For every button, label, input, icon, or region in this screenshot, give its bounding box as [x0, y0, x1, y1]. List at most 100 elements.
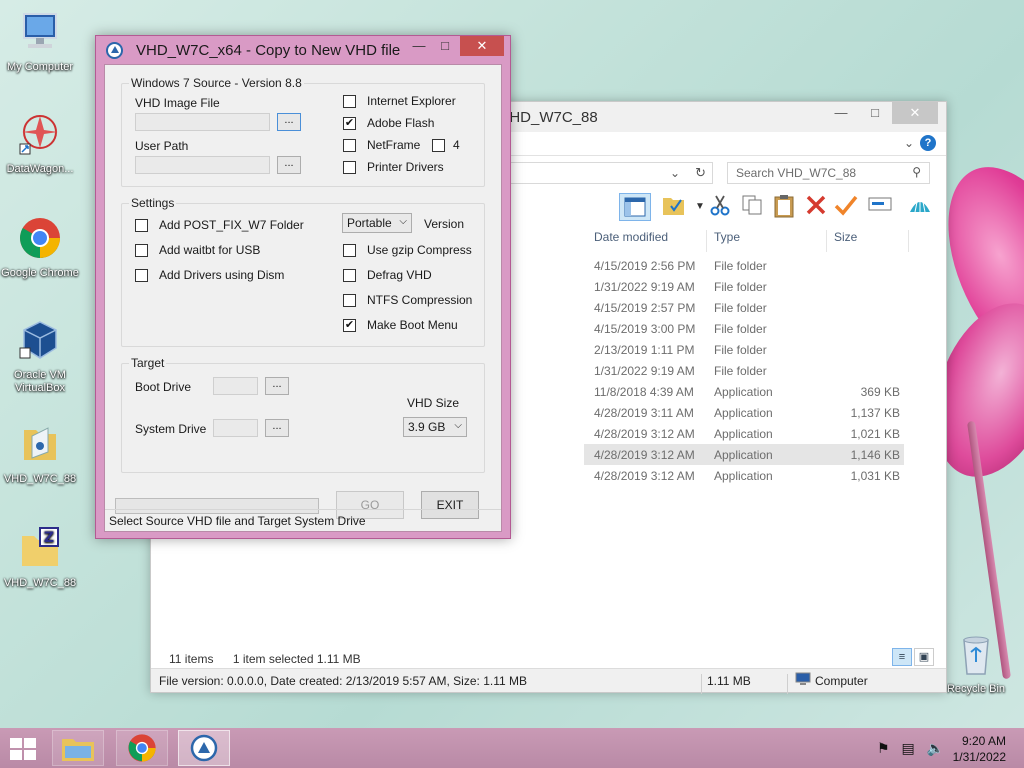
- row-type: File folder: [714, 364, 767, 378]
- search-icon[interactable]: ⚲: [912, 165, 921, 179]
- folder-check-icon: [663, 198, 684, 215]
- view-pane-button[interactable]: [619, 193, 651, 221]
- copy-button[interactable]: [739, 194, 765, 220]
- netframe-4-checkbox[interactable]: [432, 139, 445, 152]
- maximize-button[interactable]: □: [860, 102, 890, 124]
- column-headers: Date modified Type Size: [584, 226, 944, 252]
- table-row[interactable]: 4/28/2019 3:12 AM Application 1,146 KB: [584, 444, 904, 465]
- gzip-compress-checkbox[interactable]: [343, 244, 356, 257]
- internet-explorer-checkbox[interactable]: [343, 95, 356, 108]
- vhd-copy-dialog: VHD_W7C_x64 - Copy to New VHD file — □ ✕…: [95, 35, 511, 539]
- printer-drivers-checkbox[interactable]: [343, 161, 356, 174]
- rename-button[interactable]: [867, 194, 893, 220]
- browse-boot-drive-button[interactable]: ...: [265, 377, 289, 395]
- network-icon[interactable]: ▤: [901, 740, 914, 756]
- virtualbox-icon: [19, 321, 57, 359]
- adobe-flash-checkbox[interactable]: ✔: [343, 117, 356, 130]
- desktop-icon-recycle-bin[interactable]: Recycle Bin: [936, 632, 1016, 696]
- column-separator[interactable]: [706, 230, 707, 252]
- system-drive-input[interactable]: [213, 419, 258, 437]
- netframe-label: NetFrame: [367, 138, 421, 152]
- browse-system-drive-button[interactable]: ...: [265, 419, 289, 437]
- version-select[interactable]: Portable ⌵: [342, 213, 412, 233]
- taskbar-clock[interactable]: 9:20 AM 1/31/2022: [953, 733, 1006, 765]
- items-status: 11 items 1 item selected 1.11 MB: [169, 652, 361, 666]
- cut-button[interactable]: [707, 194, 733, 220]
- help-icon[interactable]: ?: [920, 135, 936, 151]
- row-size: 1,146 KB: [850, 448, 900, 462]
- apply-button[interactable]: [833, 194, 859, 220]
- address-dropdown-icon[interactable]: ⌄: [670, 166, 680, 180]
- refresh-icon[interactable]: ↻: [695, 165, 706, 181]
- dialog-titlebar[interactable]: VHD_W7C_x64 - Copy to New VHD file — □ ✕: [96, 36, 510, 64]
- column-size[interactable]: Size: [834, 230, 857, 244]
- close-button[interactable]: ✕: [892, 102, 938, 124]
- action-center-icon[interactable]: ⚑: [877, 740, 890, 756]
- table-row[interactable]: 1/31/2022 9:19 AM File folder: [584, 360, 904, 381]
- item-count: 11 items: [169, 652, 214, 666]
- table-row[interactable]: 4/15/2019 2:56 PM File folder: [584, 255, 904, 276]
- netframe-checkbox[interactable]: [343, 139, 356, 152]
- shell-button[interactable]: [907, 194, 933, 220]
- row-type: Application: [714, 469, 773, 483]
- search-input[interactable]: Search VHD_W7C_88 ⚲: [727, 162, 930, 184]
- table-row[interactable]: 2/13/2019 1:11 PM File folder: [584, 339, 904, 360]
- table-row[interactable]: 11/8/2018 4:39 AM Application 369 KB: [584, 381, 904, 402]
- waitbt-usb-label: Add waitbt for USB: [159, 243, 261, 257]
- gzip-compress-label: Use gzip Compress: [367, 243, 472, 257]
- vhd-image-file-input[interactable]: [135, 113, 270, 131]
- browse-vhd-button[interactable]: ...: [277, 113, 301, 131]
- taskbar-vhd-tool[interactable]: [178, 730, 230, 766]
- svg-text:Z: Z: [44, 530, 54, 546]
- paste-button[interactable]: [771, 194, 797, 220]
- dialog-maximize-button[interactable]: □: [432, 36, 458, 56]
- post-fix-folder-checkbox[interactable]: [135, 219, 148, 232]
- column-separator[interactable]: [826, 230, 827, 252]
- row-date-modified: 4/28/2019 3:12 AM: [594, 427, 695, 441]
- desktop-icon-vhd-zip[interactable]: Z VHD_W7C_88: [0, 526, 80, 590]
- table-row[interactable]: 1/31/2022 9:19 AM File folder: [584, 276, 904, 297]
- properties-folder-button[interactable]: [661, 194, 687, 220]
- desktop-icon-datawagon[interactable]: DataWagon...: [0, 112, 80, 176]
- browse-user-path-button[interactable]: ...: [277, 156, 301, 174]
- desktop-icon-label: DataWagon...: [6, 163, 74, 175]
- chrome-icon: [128, 734, 156, 762]
- table-row[interactable]: 4/28/2019 3:12 AM Application 1,031 KB: [584, 465, 904, 486]
- row-date-modified: 4/28/2019 3:11 AM: [594, 406, 694, 420]
- table-row[interactable]: 4/15/2019 3:00 PM File folder: [584, 318, 904, 339]
- waitbt-usb-checkbox[interactable]: [135, 244, 148, 257]
- dialog-minimize-button[interactable]: —: [406, 36, 432, 56]
- vhd-size-select[interactable]: 3.9 GB ⌵: [403, 417, 467, 437]
- zip-folder-icon: Z: [22, 527, 59, 566]
- ribbon-expand-icon[interactable]: ⌄: [904, 136, 914, 150]
- minimize-button[interactable]: —: [826, 102, 856, 124]
- defrag-vhd-checkbox[interactable]: [343, 269, 356, 282]
- make-boot-menu-checkbox[interactable]: ✔: [343, 319, 356, 332]
- table-row[interactable]: 4/28/2019 3:12 AM Application 1,021 KB: [584, 423, 904, 444]
- column-separator[interactable]: [908, 230, 909, 252]
- system-tray: ⚑ ▤ 🔈: [869, 740, 944, 757]
- vhd-image-file-label: VHD Image File: [135, 96, 220, 110]
- ntfs-compression-checkbox[interactable]: [343, 294, 356, 307]
- desktop-icon-my-computer[interactable]: My Computer: [0, 10, 80, 74]
- desktop-icon-virtualbox[interactable]: Oracle VM VirtualBox: [0, 318, 80, 395]
- large-icons-view-icon[interactable]: ▣: [914, 648, 934, 666]
- delete-button[interactable]: [803, 194, 829, 220]
- dialog-close-button[interactable]: ✕: [460, 36, 504, 56]
- table-row[interactable]: 4/15/2019 2:57 PM File folder: [584, 297, 904, 318]
- column-type[interactable]: Type: [714, 230, 740, 244]
- boot-drive-input[interactable]: [213, 377, 258, 395]
- selection-info: 1 item selected 1.11 MB: [232, 652, 361, 666]
- drivers-dism-checkbox[interactable]: [135, 269, 148, 282]
- details-view-icon[interactable]: ≡: [892, 648, 912, 666]
- user-path-input[interactable]: [135, 156, 270, 174]
- desktop-icon-google-chrome[interactable]: Google Chrome: [0, 216, 80, 280]
- table-row[interactable]: 4/28/2019 3:11 AM Application 1,137 KB: [584, 402, 904, 423]
- start-button[interactable]: [8, 736, 40, 762]
- taskbar-chrome[interactable]: [116, 730, 168, 766]
- column-date-modified[interactable]: Date modified: [594, 230, 668, 244]
- desktop-icon-vhd-folder[interactable]: VHD_W7C_88: [0, 422, 80, 486]
- row-date-modified: 2/13/2019 1:11 PM: [594, 343, 695, 357]
- taskbar-file-explorer[interactable]: [52, 730, 104, 766]
- volume-muted-icon[interactable]: 🔈: [927, 740, 944, 756]
